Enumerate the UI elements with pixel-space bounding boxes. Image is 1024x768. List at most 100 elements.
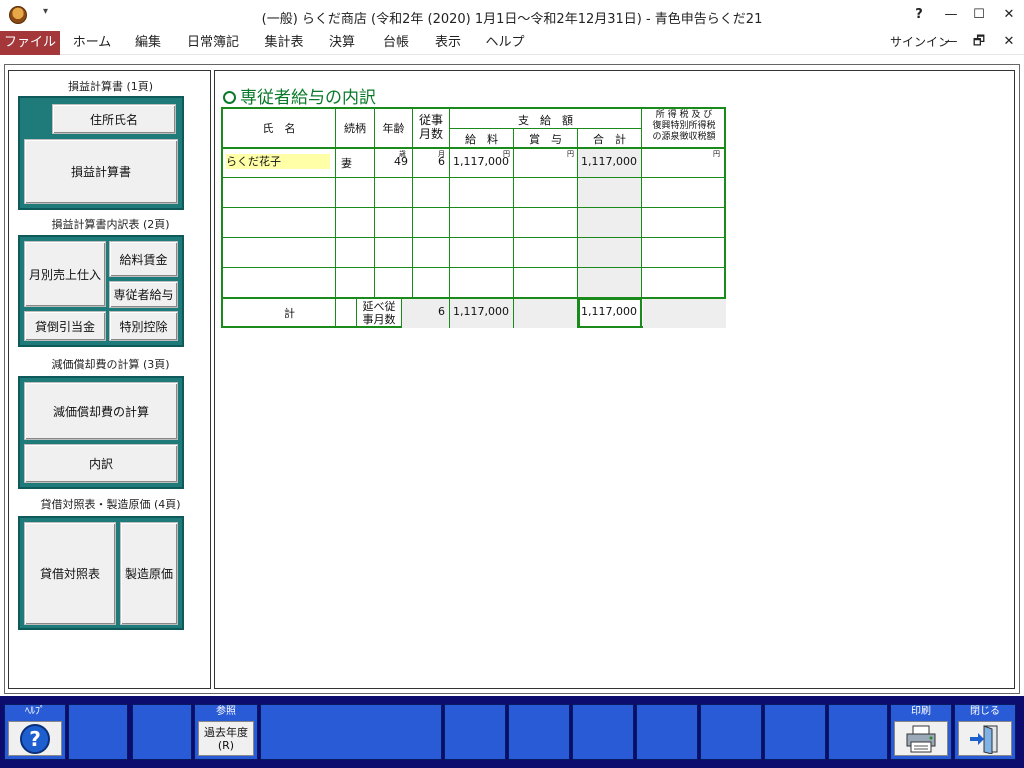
header-tax-line3: の源泉徴収税額 [652,132,716,142]
fkey-empty[interactable] [764,704,826,760]
header-tax-line2: 復興特別所得税 [652,121,716,131]
help-icon[interactable]: ? [904,2,934,28]
past-year-shortcut: (R) [217,738,235,752]
fkey-print[interactable]: 印刷 [890,704,952,760]
family-employee-salary-table: 氏 名 続柄 年齢 従事 月数 支 給 額 給 料 賞 与 合 計 所 得 税 … [221,107,726,328]
header-months-line2: 月数 [418,127,443,141]
balance-sheet-button[interactable]: 貸借対照表 [24,522,116,625]
fkey-empty[interactable] [68,704,128,760]
fkey-empty[interactable] [508,704,570,760]
past-year-button[interactable]: 過去年度 (R) [198,721,254,756]
header-months-line1: 従事 [418,113,443,127]
tab-help[interactable]: ヘルプ [480,31,530,55]
footer-tax-shade [643,298,726,328]
salary-field[interactable]: 1,117,000 [450,155,509,168]
depreciation-detail-button[interactable]: 内訳 [24,444,178,483]
footer-total-value: 1,117,000 [578,298,642,328]
nav-section-box: 住所氏名 損益計算書 [18,96,184,210]
depreciation-calc-button[interactable]: 減価償却費の計算 [24,382,178,440]
close-window-button[interactable]: ✕ [994,2,1024,28]
monthly-sales-button[interactable]: 月別売上仕入 [24,241,106,307]
nav-section-title: 貸借対照表・製造原価 (4頁) [40,498,181,511]
income-statement-button[interactable]: 損益計算書 [24,139,178,204]
nav-panel: 損益計算書 (1頁) 住所氏名 損益計算書 損益計算書内訳表 (2頁) 月別売上… [8,70,211,689]
grid-line [223,147,726,149]
tab-home[interactable]: ホーム [68,31,116,55]
nav-section-box: 貸借対照表 製造原価 [18,516,184,630]
fkey-help-face[interactable]: ? [8,721,62,756]
header-relation: 続柄 [344,122,366,135]
past-year-label: 過去年度 [204,725,248,739]
fkey-reference[interactable]: 参照 過去年度 (R) [194,704,258,760]
nav-section-box: 減価償却費の計算 内訳 [18,376,184,489]
fkey-close-caption: 閉じる [970,706,1000,717]
address-name-button[interactable]: 住所氏名 [52,104,176,134]
footer-label: 計 [284,307,295,320]
nav-section-title: 損益計算書 (1頁) [67,80,154,93]
salary-wages-button[interactable]: 給料賃金 [109,241,178,277]
footer-months-value: 6 [438,305,445,318]
print-button[interactable] [894,721,948,756]
unit-yen-bonus: 円 [567,150,574,158]
bad-debt-reserve-button[interactable]: 貸倒引当金 [24,311,106,341]
footer-months-label-line1: 延べ従 [362,300,396,313]
fkey-help[interactable]: ﾍﾙﾌﾟ ? [4,704,66,760]
fkey-empty[interactable] [828,704,888,760]
family-employee-salary-button[interactable]: 専従者給与 [109,281,178,308]
tab-ledger[interactable]: 台帳 [374,31,418,55]
footer-bonus-shade [514,298,578,328]
nav-section-box: 月別売上仕入 給料賃金 専従者給与 貸倒引当金 特別控除 [18,235,184,347]
tab-daily-bookkeeping[interactable]: 日常簿記 [180,31,246,55]
header-withholding-tax: 所 得 税 及 び 復興特別所得税 の源泉徴収税額 [642,110,726,143]
tab-edit[interactable]: 編集 [126,31,170,55]
age-field[interactable]: 49 [375,155,408,168]
header-salary: 給 料 [465,133,498,146]
ribbon-minimize-button[interactable]: — [936,29,966,55]
fkey-empty[interactable] [444,704,506,760]
footer-months-label: 延べ従 事月数 [357,300,401,326]
fkey-print-caption: 印刷 [911,706,931,717]
fkey-empty[interactable] [260,704,442,760]
employee-name-field[interactable]: らくだ花子 [226,154,330,169]
fkey-empty[interactable] [132,704,192,760]
fkey-close[interactable]: 閉じる [954,704,1016,760]
title-bar: ▾ (一般) らくだ商店 (令和2年 (2020) 1月1日～令和2年12月31… [0,0,1024,31]
grid-line [374,109,375,298]
grid-line [335,109,336,328]
nav-section-title: 損益計算書内訳表 (2頁) [51,218,170,231]
ribbon-close-button[interactable]: ✕ [994,29,1024,55]
fkey-empty[interactable] [636,704,698,760]
header-months: 従事 月数 [413,113,449,141]
header-age: 年齢 [382,122,405,135]
header-tax-line1: 所 得 税 及 び [655,110,713,120]
grid-line [223,297,726,299]
fkey-reference-caption: 参照 [216,706,236,717]
printer-icon [906,725,936,752]
relation-field[interactable]: 妻 [341,155,371,171]
footer-salary-value: 1,117,000 [453,305,509,318]
grid-line [223,177,726,178]
manufacturing-cost-button[interactable]: 製造原価 [120,522,178,625]
tab-summary[interactable]: 集計表 [256,31,312,55]
tab-settlement[interactable]: 決算 [320,31,364,55]
fkey-empty[interactable] [700,704,762,760]
nav-section-title: 減価償却費の計算 (3頁) [51,358,170,371]
form-title-text: 専従者給与の内訳 [240,88,376,108]
special-deduction-button[interactable]: 特別控除 [109,311,178,341]
maximize-button[interactable]: ☐ [964,2,994,28]
header-name: 氏 名 [262,122,296,135]
tab-view[interactable]: 表示 [426,31,470,55]
header-total: 合 計 [593,133,626,146]
minimize-button[interactable]: — [936,2,966,28]
grid-line [223,207,726,208]
total-field: 1,117,000 [581,155,637,168]
fkey-empty[interactable] [572,704,634,760]
grid-line [449,128,641,129]
close-button[interactable] [958,721,1012,756]
ribbon-restore-button[interactable]: 🗗 [964,29,994,55]
ribbon-tab-bar: ファイル ホーム 編集 日常簿記 集計表 決算 台帳 表示 ヘルプ サインイン … [0,31,1024,55]
months-field[interactable]: 6 [413,155,445,168]
tab-file[interactable]: ファイル [0,31,60,55]
exit-door-icon [970,724,998,754]
grid-line [223,267,726,268]
